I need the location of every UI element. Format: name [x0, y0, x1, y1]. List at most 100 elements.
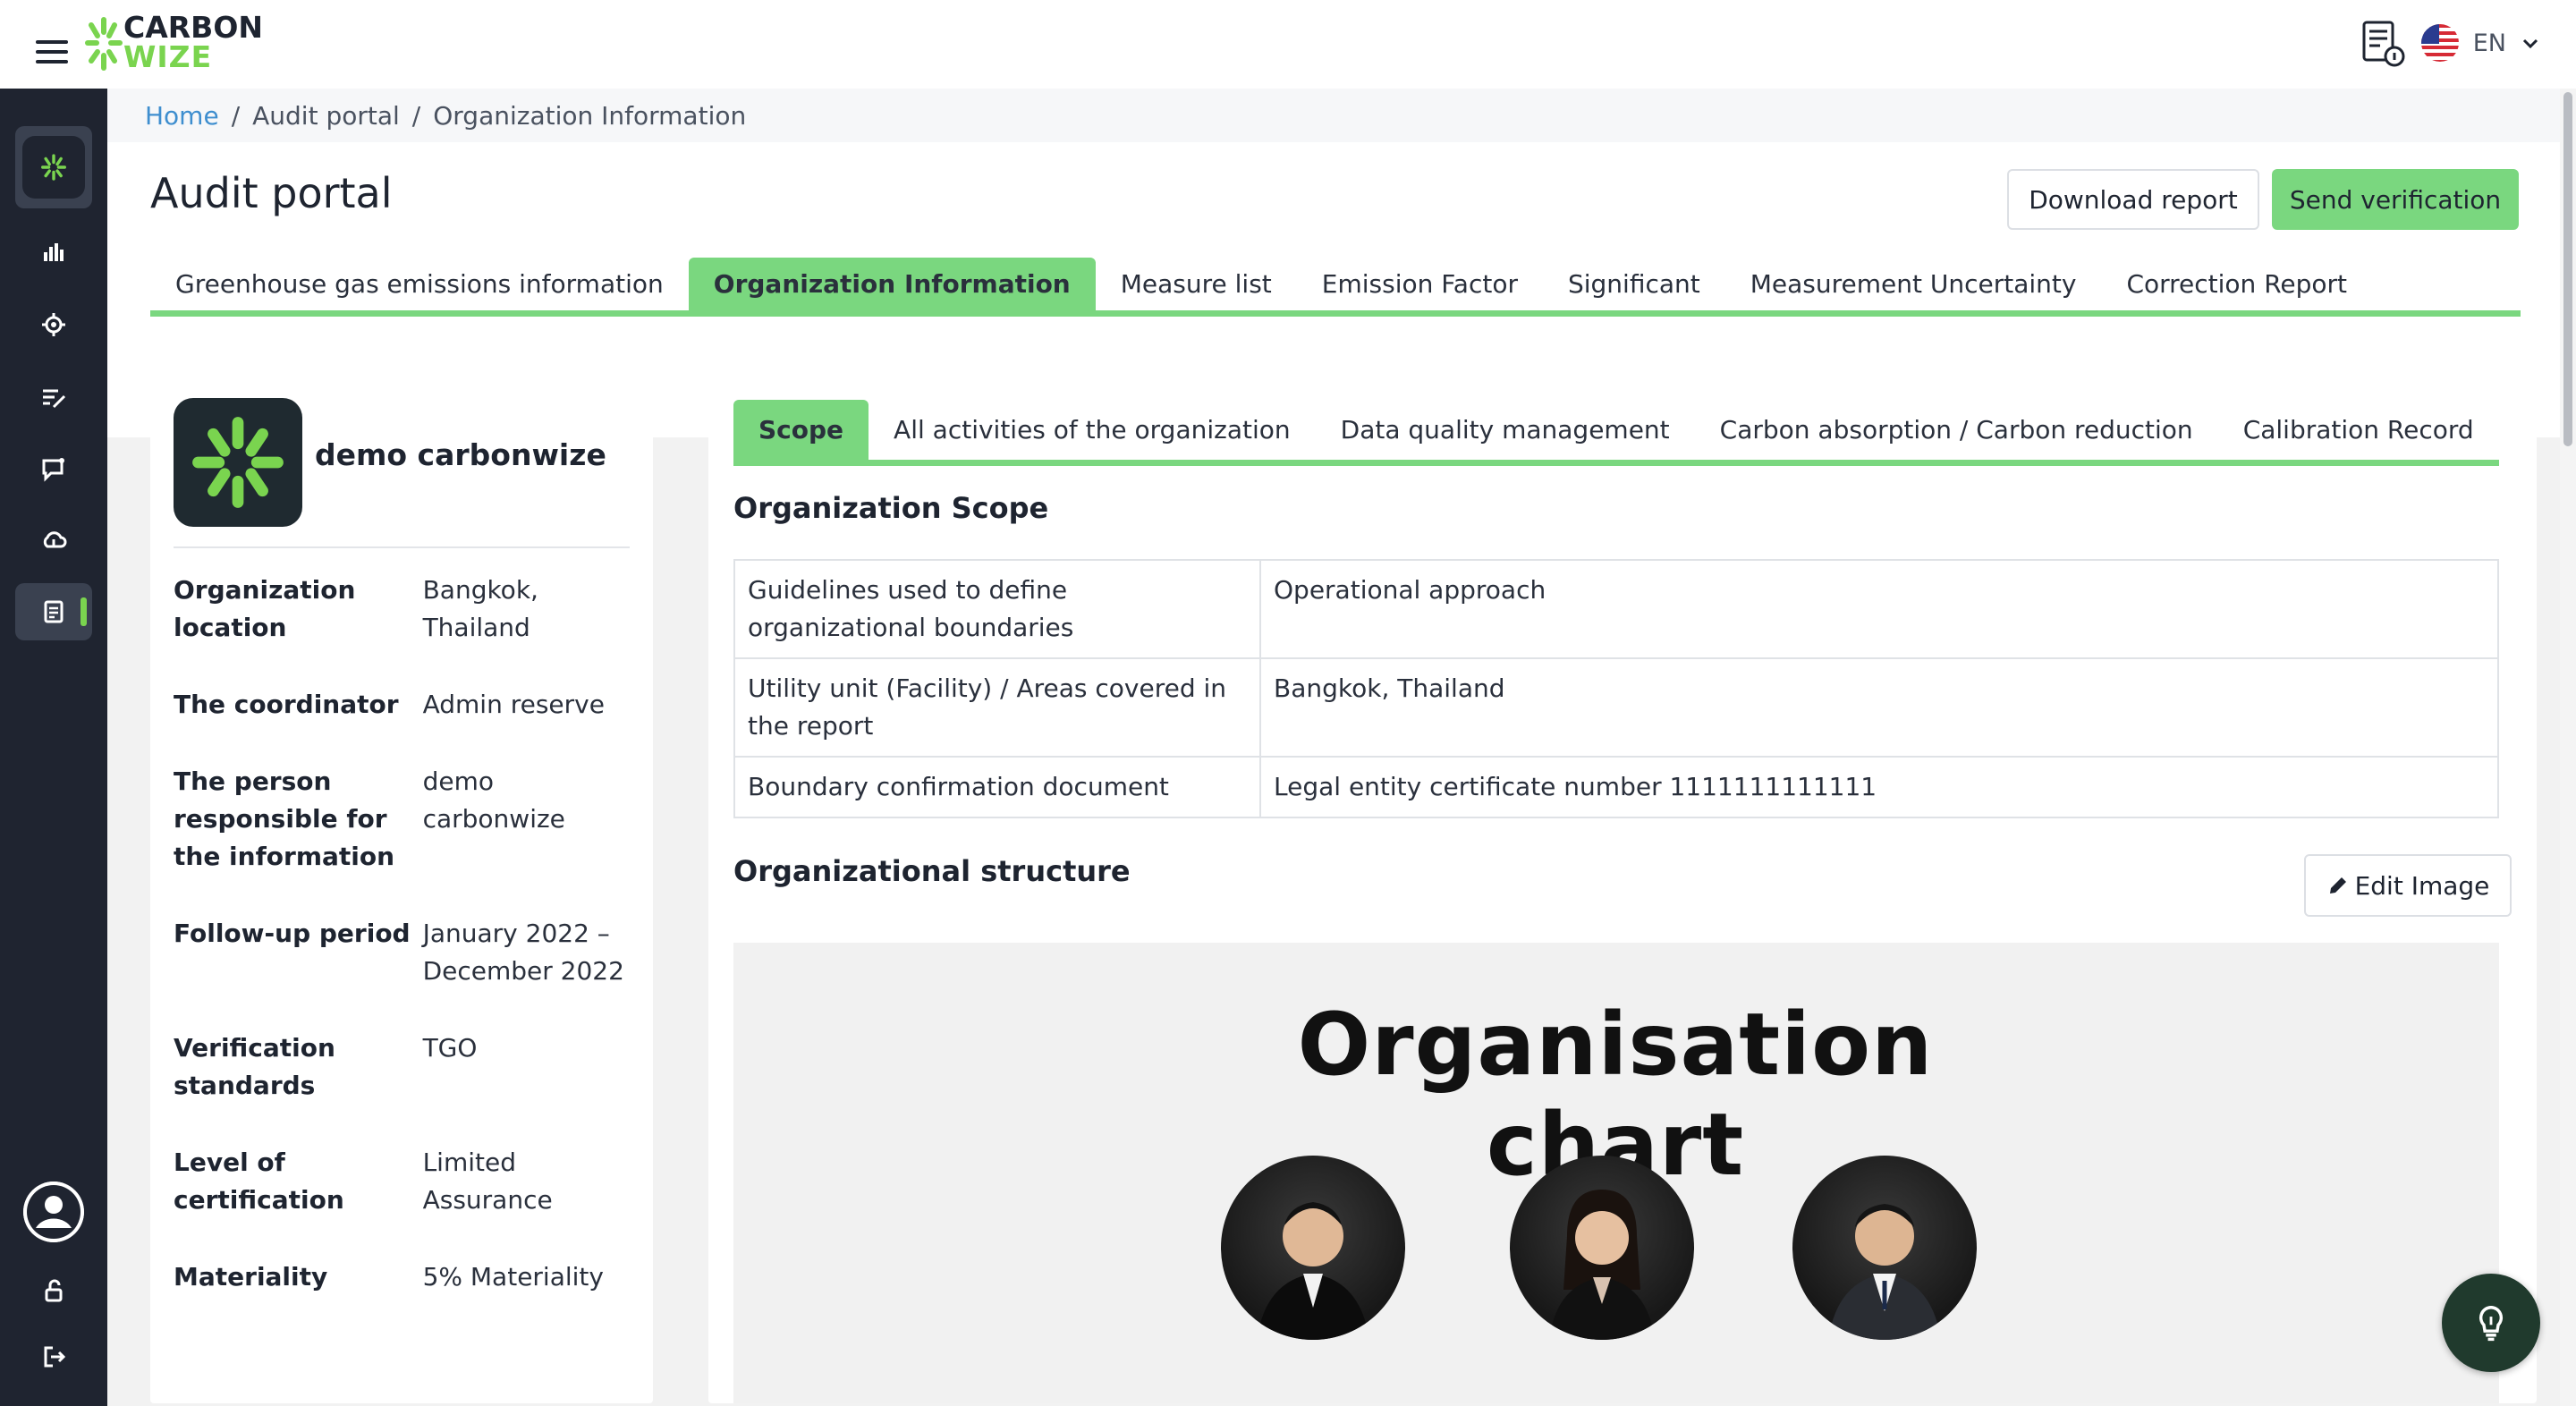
app-logo[interactable]: CARBON WIZE [84, 13, 272, 75]
info-value: Admin reserve [422, 690, 605, 719]
cloud-icon [43, 531, 67, 548]
send-verification-button[interactable]: Send verification [2272, 169, 2519, 230]
unlock-button[interactable] [15, 1262, 92, 1319]
hamburger-icon[interactable] [36, 40, 68, 64]
info-row: Materiality 5% Materiality [174, 1258, 639, 1296]
page-scrollbar[interactable] [2560, 89, 2576, 1406]
carbonwize-mark-icon [192, 417, 284, 508]
breadcrumb: Home / Audit portal / Organization Infor… [145, 101, 746, 131]
breadcrumb-home[interactable]: Home [145, 101, 219, 131]
pencil-icon [2329, 877, 2346, 894]
subtab-calibration-record[interactable]: Calibration Record [2218, 400, 2499, 460]
edit-image-button[interactable]: Edit Image [2304, 854, 2512, 917]
tab-emission-factor[interactable]: Emission Factor [1297, 258, 1543, 310]
scope-card: Scope All activities of the organization… [708, 375, 2537, 1403]
info-row: Level of certification Limited Assurance [174, 1144, 639, 1219]
info-row: Verification standards TGO [174, 1029, 639, 1105]
chevron-down-icon[interactable] [2521, 33, 2540, 53]
subtab-scope[interactable]: Scope [733, 400, 869, 460]
table-row: Guidelines used to define organizational… [733, 559, 2499, 659]
table-row: Boundary confirmation document Legal ent… [733, 756, 2499, 818]
logo-wordmark: CARBON WIZE [123, 13, 263, 72]
info-row: Follow-up period January 2022 – December… [174, 915, 639, 990]
tab-correction-report[interactable]: Correction Report [2101, 258, 2372, 310]
carbonwize-mark-icon [22, 136, 85, 199]
breadcrumb-separator: / [411, 101, 421, 131]
scope-value: Operational approach [1259, 559, 2499, 659]
scope-key: Guidelines used to define organizational… [733, 559, 1261, 659]
scope-key: Utility unit (Facility) / Areas covered … [733, 657, 1261, 758]
language-label[interactable]: EN [2473, 30, 2506, 57]
breadcrumb-current: Organization Information [433, 101, 747, 131]
breadcrumb-separator: / [231, 101, 241, 131]
tab-significant[interactable]: Significant [1543, 258, 1725, 310]
info-label: Level of certification [174, 1148, 344, 1215]
document-icon [44, 600, 64, 623]
info-value: Limited Assurance [422, 1148, 553, 1215]
sidebar-item-dashboard[interactable] [15, 223, 92, 280]
organization-logo [174, 398, 302, 527]
info-value: TGO [422, 1033, 478, 1063]
edit-image-label: Edit Image [2354, 870, 2490, 901]
sidebar-item-audit[interactable] [15, 583, 92, 640]
gear-icon [42, 313, 65, 336]
info-label: Follow-up period [174, 919, 411, 948]
info-row: The person responsible for the informati… [174, 763, 639, 876]
logo-line-1: CARBON [123, 10, 263, 45]
organization-name: demo carbonwize [315, 437, 606, 472]
page-title: Audit portal [150, 169, 393, 217]
table-row: Utility unit (Facility) / Areas covered … [733, 657, 2499, 758]
sidebar-item-home[interactable] [15, 126, 92, 208]
info-label: The person responsible for the informati… [174, 767, 395, 871]
logout-icon [44, 1346, 66, 1368]
organization-info-list: Organization location Bangkok, Thailand … [174, 572, 639, 1335]
sidebar-item-feedback[interactable] [15, 440, 92, 497]
scope-key: Boundary confirmation document [733, 756, 1261, 818]
tab-measurement-uncertainty[interactable]: Measurement Uncertainty [1725, 258, 2102, 310]
edit-list-icon [43, 389, 66, 409]
breadcrumb-bar: Home / Audit portal / Organization Infor… [107, 89, 2560, 142]
report-icon[interactable] [2360, 19, 2407, 67]
scrollbar-thumb[interactable] [2563, 92, 2572, 446]
tab-organization-information[interactable]: Organization Information [688, 258, 1096, 310]
logo-line-2: WIZE [123, 39, 213, 74]
download-report-button[interactable]: Download report [2007, 169, 2259, 230]
bar-chart-icon [44, 243, 64, 261]
logout-button[interactable] [15, 1328, 92, 1385]
person-photo [1510, 1156, 1694, 1340]
breadcrumb-section[interactable]: Audit portal [252, 101, 400, 131]
scope-value: Legal entity certificate number 11111111… [1259, 756, 2499, 818]
sidebar-item-settings[interactable] [15, 296, 92, 353]
top-bar: CARBON WIZE EN [0, 0, 2576, 89]
info-value: Bangkok, Thailand [422, 575, 538, 642]
us-flag-icon[interactable] [2420, 24, 2459, 62]
subtab-all-activities[interactable]: All activities of the organization [869, 400, 1316, 460]
main-content: Home / Audit portal / Organization Infor… [107, 89, 2560, 1406]
tab-measure-list[interactable]: Measure list [1096, 258, 1297, 310]
active-indicator [80, 597, 87, 626]
scope-table: Guidelines used to define organizational… [733, 559, 2499, 818]
main-tabs: Greenhouse gas emissions information Org… [150, 258, 2521, 317]
info-row: The coordinator Admin reserve [174, 686, 639, 724]
lightbulb-icon [2479, 1306, 2504, 1342]
info-row: Organization location Bangkok, Thailand [174, 572, 639, 647]
help-button[interactable] [2442, 1274, 2540, 1372]
subtab-carbon-absorption[interactable]: Carbon absorption / Carbon reduction [1695, 400, 2218, 460]
unlock-icon [45, 1279, 63, 1302]
sidebar-item-edit-list[interactable] [15, 368, 92, 426]
top-right-tools: EN [2360, 16, 2540, 70]
organization-chart-image: Organisation chart [733, 943, 2499, 1403]
info-value: 5% Materiality [422, 1262, 604, 1292]
info-value: demo carbonwize [422, 767, 565, 834]
subtab-data-quality[interactable]: Data quality management [1316, 400, 1695, 460]
user-avatar-icon[interactable] [23, 1182, 84, 1242]
tab-ghg-emissions[interactable]: Greenhouse gas emissions information [150, 258, 689, 310]
carbonwize-mark-icon [85, 17, 123, 71]
sub-tabs: Scope All activities of the organization… [733, 400, 2499, 466]
sidebar-item-cloud[interactable] [15, 512, 92, 569]
organization-scope-title: Organization Scope [733, 491, 1049, 525]
sidebar [0, 89, 107, 1406]
info-label: Organization location [174, 575, 356, 642]
info-value: January 2022 – December 2022 [422, 919, 624, 986]
scope-value: Bangkok, Thailand [1259, 657, 2499, 758]
